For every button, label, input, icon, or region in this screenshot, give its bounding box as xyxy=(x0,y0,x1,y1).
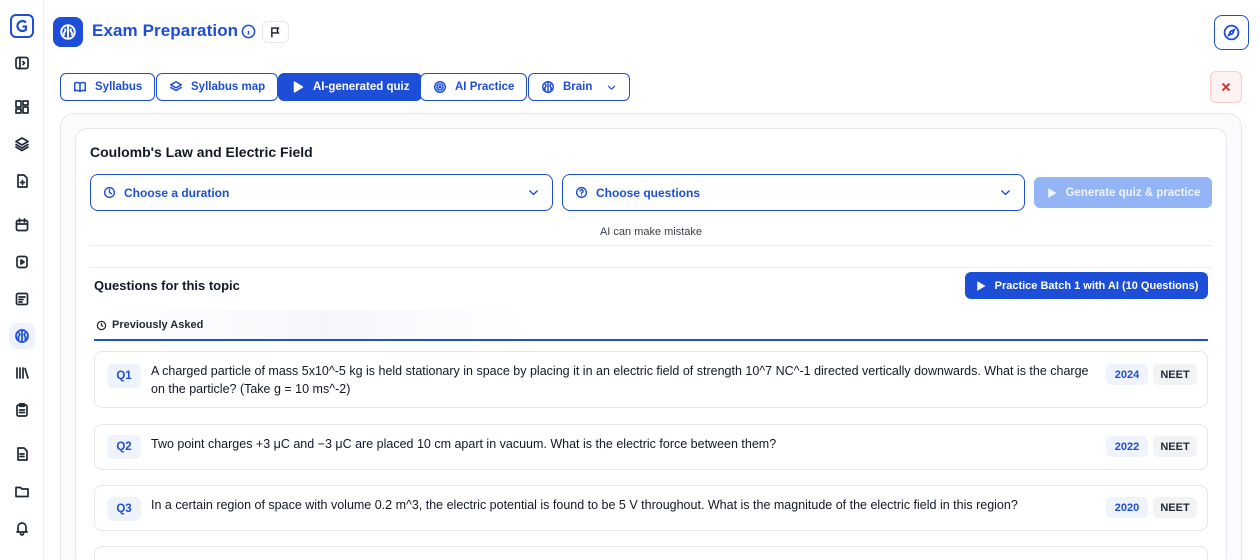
app-logo-icon[interactable] xyxy=(10,14,34,38)
folder-icon[interactable] xyxy=(9,478,35,504)
exam-prep-brain-icon xyxy=(53,17,83,47)
layers-icon xyxy=(170,81,182,92)
divider xyxy=(90,267,1212,268)
ai-disclaimer: AI can make mistake xyxy=(599,226,703,238)
close-icon xyxy=(1221,82,1231,92)
sidebar-toggle-icon[interactable] xyxy=(9,50,35,76)
page-title: Exam Preparation xyxy=(92,21,239,40)
generate-quiz-button[interactable]: Generate quiz & practice xyxy=(1034,177,1212,208)
tab-label: Brain xyxy=(563,81,593,93)
brain-icon[interactable] xyxy=(9,323,35,349)
question-card[interactable]: Q1 A charged particle of mass 5x10^-5 kg… xyxy=(94,351,1208,408)
duration-select-label: Choose a duration xyxy=(124,185,230,200)
exam-badge: NEET xyxy=(1153,364,1197,385)
year-badge: 2020 xyxy=(1106,497,1148,518)
play-icon xyxy=(976,280,986,291)
exam-badge: NEET xyxy=(1153,497,1197,518)
tab-ai-generated-quiz[interactable]: AI-generated quiz xyxy=(278,73,423,101)
chevron-down-icon xyxy=(1001,190,1010,196)
tab-syllabus[interactable]: Syllabus xyxy=(60,73,156,101)
tab-label: AI-generated quiz xyxy=(313,81,410,93)
book-open-icon xyxy=(74,81,86,93)
compass-icon xyxy=(1223,24,1240,41)
tab-previously-asked[interactable]: Previously Asked xyxy=(94,310,530,340)
topic-title: Coulomb's Law and Electric Field xyxy=(90,144,313,160)
exam-badge: NEET xyxy=(1153,436,1197,457)
document-icon[interactable] xyxy=(9,441,35,467)
play-icon xyxy=(293,81,304,93)
subtab-underline xyxy=(94,339,1208,341)
clock-icon xyxy=(96,320,107,330)
chevron-down-icon xyxy=(608,85,616,90)
duration-select[interactable]: Choose a duration xyxy=(90,174,553,211)
clock-icon xyxy=(103,186,116,199)
compass-button[interactable] xyxy=(1214,15,1249,50)
flag-icon xyxy=(271,26,280,37)
question-text: In a certain region of space with volume… xyxy=(151,498,1018,512)
practice-batch-button[interactable]: Practice Batch 1 with AI (10 Questions) xyxy=(965,272,1208,299)
question-card[interactable]: Q2 Two point charges +3 μC and −3 μC are… xyxy=(94,424,1208,470)
chevron-down-icon xyxy=(529,190,538,196)
notes-icon[interactable] xyxy=(9,286,35,312)
generate-quiz-label: Generate quiz & practice xyxy=(1065,186,1201,199)
tab-label: Syllabus map xyxy=(191,81,266,93)
questions-select[interactable]: Choose questions xyxy=(562,174,1025,211)
question-card[interactable]: Q3 In a certain region of space with vol… xyxy=(94,485,1208,531)
question-number: Q3 xyxy=(107,497,141,521)
library-icon[interactable] xyxy=(9,360,35,386)
flag-button[interactable] xyxy=(262,21,289,43)
video-lesson-icon[interactable] xyxy=(9,249,35,275)
tab-label: Syllabus xyxy=(95,81,143,93)
subtab-label: Previously Asked xyxy=(112,319,204,331)
clipboard-icon[interactable] xyxy=(9,397,35,423)
divider xyxy=(90,245,1212,246)
tab-label: AI Practice xyxy=(455,81,515,93)
help-circle-icon xyxy=(575,186,588,199)
bell-icon[interactable] xyxy=(9,515,35,541)
close-button[interactable] xyxy=(1210,71,1242,103)
questions-section-title: Questions for this topic xyxy=(94,278,240,293)
target-icon xyxy=(434,81,446,93)
question-number: Q1 xyxy=(107,364,141,388)
play-icon xyxy=(1047,187,1057,198)
question-text: A charged particle of mass 5x10^-5 kg is… xyxy=(151,364,1089,396)
practice-batch-label: Practice Batch 1 with AI (10 Questions) xyxy=(994,279,1199,292)
info-icon[interactable] xyxy=(241,24,256,39)
tab-syllabus-map[interactable]: Syllabus map xyxy=(156,73,279,101)
brain-icon xyxy=(542,81,554,93)
add-document-icon[interactable] xyxy=(9,168,35,194)
layers-icon[interactable] xyxy=(9,131,35,157)
dashboard-icon[interactable] xyxy=(9,94,35,120)
year-badge: 2022 xyxy=(1106,436,1148,457)
left-sidebar xyxy=(0,0,44,560)
question-text: Two point charges +3 μC and −3 μC are pl… xyxy=(151,437,777,451)
question-card-partial[interactable] xyxy=(94,546,1208,560)
year-badge: 2024 xyxy=(1106,364,1148,385)
questions-select-label: Choose questions xyxy=(596,185,701,200)
tab-brain[interactable]: Brain xyxy=(528,73,631,101)
question-number: Q2 xyxy=(107,435,141,459)
tab-ai-practice[interactable]: AI Practice xyxy=(420,73,528,101)
